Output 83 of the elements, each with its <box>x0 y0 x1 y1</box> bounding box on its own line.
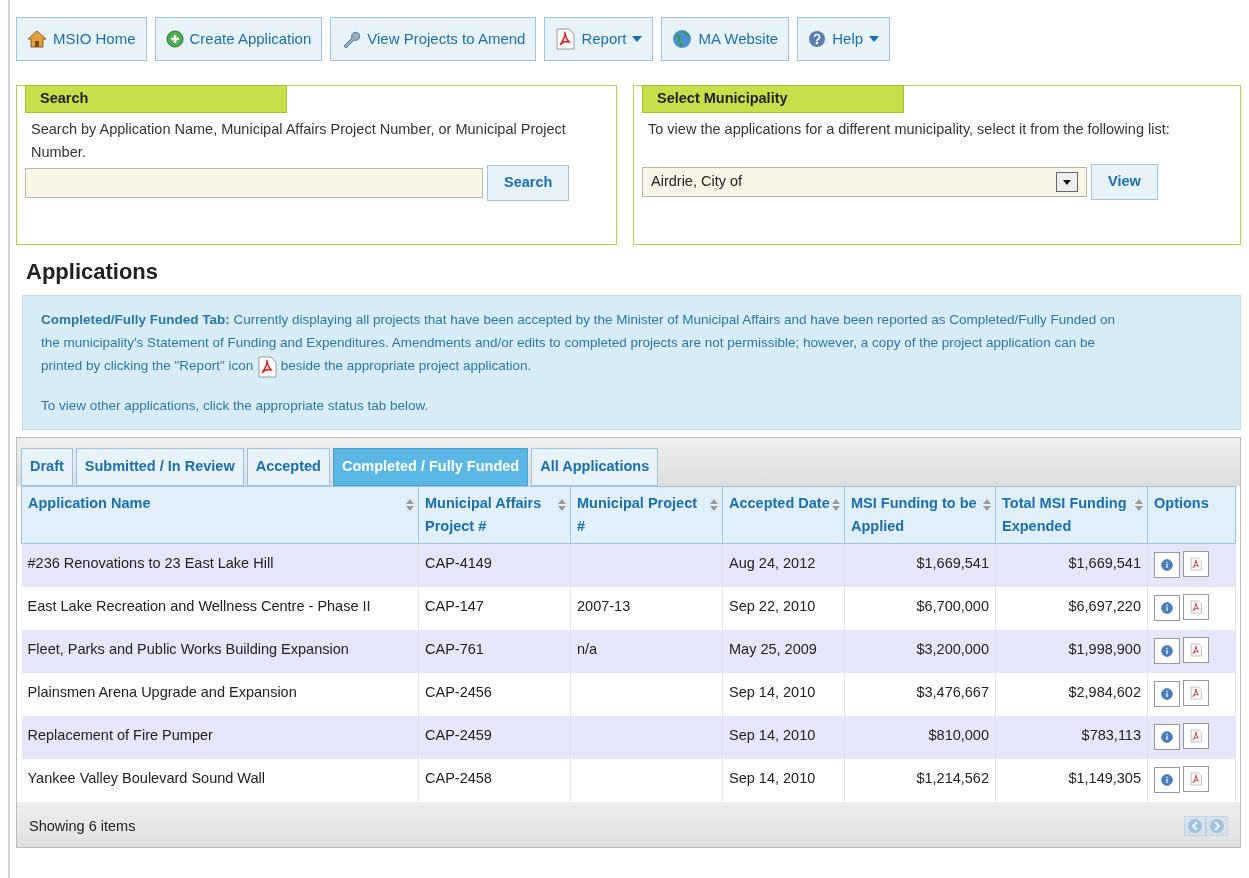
status-text: Showing 6 items <box>29 816 136 836</box>
table-cell: CAP-761 <box>425 640 484 657</box>
table-cell: May 25, 2009 <box>729 640 817 657</box>
table-cell: $1,669,541 <box>1068 554 1141 571</box>
sort-icon[interactable] <box>1135 498 1143 511</box>
column-header[interactable]: Application Name <box>28 491 151 515</box>
toolbar-button[interactable]: MA Website <box>661 17 790 61</box>
next-page-icon[interactable] <box>1206 816 1228 837</box>
wrench-icon <box>341 29 362 49</box>
table-cell: Sep 22, 2010 <box>729 597 816 614</box>
pdf-icon <box>555 28 576 50</box>
report-button[interactable] <box>1183 550 1209 577</box>
table-cell: $1,669,541 <box>916 554 989 571</box>
sort-icon[interactable] <box>406 498 414 511</box>
table-cell: n/a <box>577 640 598 657</box>
table-cell: $6,697,220 <box>1068 597 1141 614</box>
panel-description: To view the applications for a different municipality, select it from the following list: <box>648 120 1171 139</box>
table-cell: CAP-4149 <box>425 554 492 571</box>
report-button[interactable] <box>1183 593 1209 620</box>
dropdown-icon <box>1056 172 1078 192</box>
info-text: Completed/Fully Funded Tab: Currently displaying all projects that have been accepted by the Minister of Municipal Affairs and have been reported as Completed/Fully Funded on the municipality's Statement of Funding and Expenditures. Amendments and/or edits to completed projects are not permissible; however, a copy of the project application can be printed by clicking the "Report" icon beside the appropriate project application. <box>41 308 1116 378</box>
table-cell: Sep 14, 2010 <box>729 726 816 743</box>
view-button[interactable]: View <box>1091 164 1158 200</box>
table-cell: $810,000 <box>928 726 989 743</box>
details-button[interactable] <box>1154 594 1180 621</box>
sort-icon[interactable] <box>710 498 718 511</box>
sort-icon[interactable] <box>983 498 991 511</box>
select-field[interactable]: Airdrie, City of <box>642 167 1087 197</box>
table-cell: East Lake Recreation and Wellness Centre - Phase II <box>27 597 371 614</box>
table-cell: CAP-2456 <box>425 683 492 700</box>
table-cell: CAP-2458 <box>425 769 492 786</box>
details-button[interactable] <box>1154 680 1180 707</box>
table-cell: Sep 14, 2010 <box>729 769 816 786</box>
status-tab[interactable]: Draft <box>21 447 73 486</box>
table-cell: $3,476,667 <box>916 683 989 700</box>
details-button[interactable] <box>1154 766 1180 793</box>
help-icon <box>808 30 827 48</box>
panel-title: Select Municipality <box>642 85 904 113</box>
table-cell: Fleet, Parks and Public Works Building Expansion <box>27 640 349 657</box>
toolbar-button[interactable]: Create Application <box>154 17 323 61</box>
previous-page-icon[interactable] <box>1184 816 1206 837</box>
pdf-icon <box>256 355 277 378</box>
globe-icon <box>672 29 693 49</box>
sort-icon[interactable] <box>558 498 566 511</box>
report-button[interactable] <box>1183 636 1209 663</box>
status-tab[interactable]: Submitted / In Review <box>75 447 244 486</box>
table-cell: CAP-2459 <box>425 726 492 743</box>
table-cell: Replacement of Fire Pumper <box>27 726 213 743</box>
table-cell: Sep 14, 2010 <box>729 683 816 700</box>
toolbar-button[interactable]: Help <box>797 17 891 61</box>
toolbar-button[interactable]: Report <box>544 17 654 61</box>
panel-description: Search by Application Name, Municipal Affairs Project Number, or Municipal Project Number. <box>31 120 567 162</box>
search-button[interactable]: Search <box>487 165 570 201</box>
section-heading: Applications <box>26 259 159 286</box>
table-cell: $1,149,305 <box>1068 769 1141 786</box>
status-tab[interactable]: Accepted <box>246 447 330 486</box>
table-cell: 2007-13 <box>577 597 631 614</box>
table-cell: $3,200,000 <box>916 640 989 657</box>
details-button[interactable] <box>1154 723 1180 750</box>
table-cell: $2,984,602 <box>1068 683 1141 700</box>
table-cell: Aug 24, 2012 <box>729 554 816 571</box>
details-button[interactable] <box>1154 637 1180 664</box>
toolbar-button[interactable]: View Projects to Amend <box>330 17 537 61</box>
toolbar-button[interactable]: MSIO Home <box>16 17 147 61</box>
table-cell: $1,214,562 <box>916 769 989 786</box>
table-cell: $783,113 <box>1081 726 1141 743</box>
sort-icon[interactable] <box>832 498 840 511</box>
status-tab[interactable]: All Applications <box>531 447 659 486</box>
table-cell: $6,700,000 <box>916 597 989 614</box>
table-cell: Plainsmen Arena Upgrade and Expansion <box>27 683 297 700</box>
add-icon <box>165 30 184 48</box>
info-note: To view other applications, click the appropriate status tab below. <box>41 396 430 415</box>
details-button[interactable] <box>1154 551 1180 578</box>
table-cell: $1,998,900 <box>1068 640 1141 657</box>
report-button[interactable] <box>1183 765 1209 792</box>
search-field[interactable] <box>25 168 483 198</box>
home-icon <box>27 30 47 48</box>
report-button[interactable] <box>1183 722 1209 749</box>
table-cell: CAP-147 <box>425 597 484 614</box>
report-button[interactable] <box>1183 679 1209 706</box>
table-cell: #236 Renovations to 23 East Lake Hill <box>27 554 274 571</box>
panel-title: Search <box>25 85 287 113</box>
table-cell: Yankee Valley Boulevard Sound Wall <box>27 769 265 786</box>
